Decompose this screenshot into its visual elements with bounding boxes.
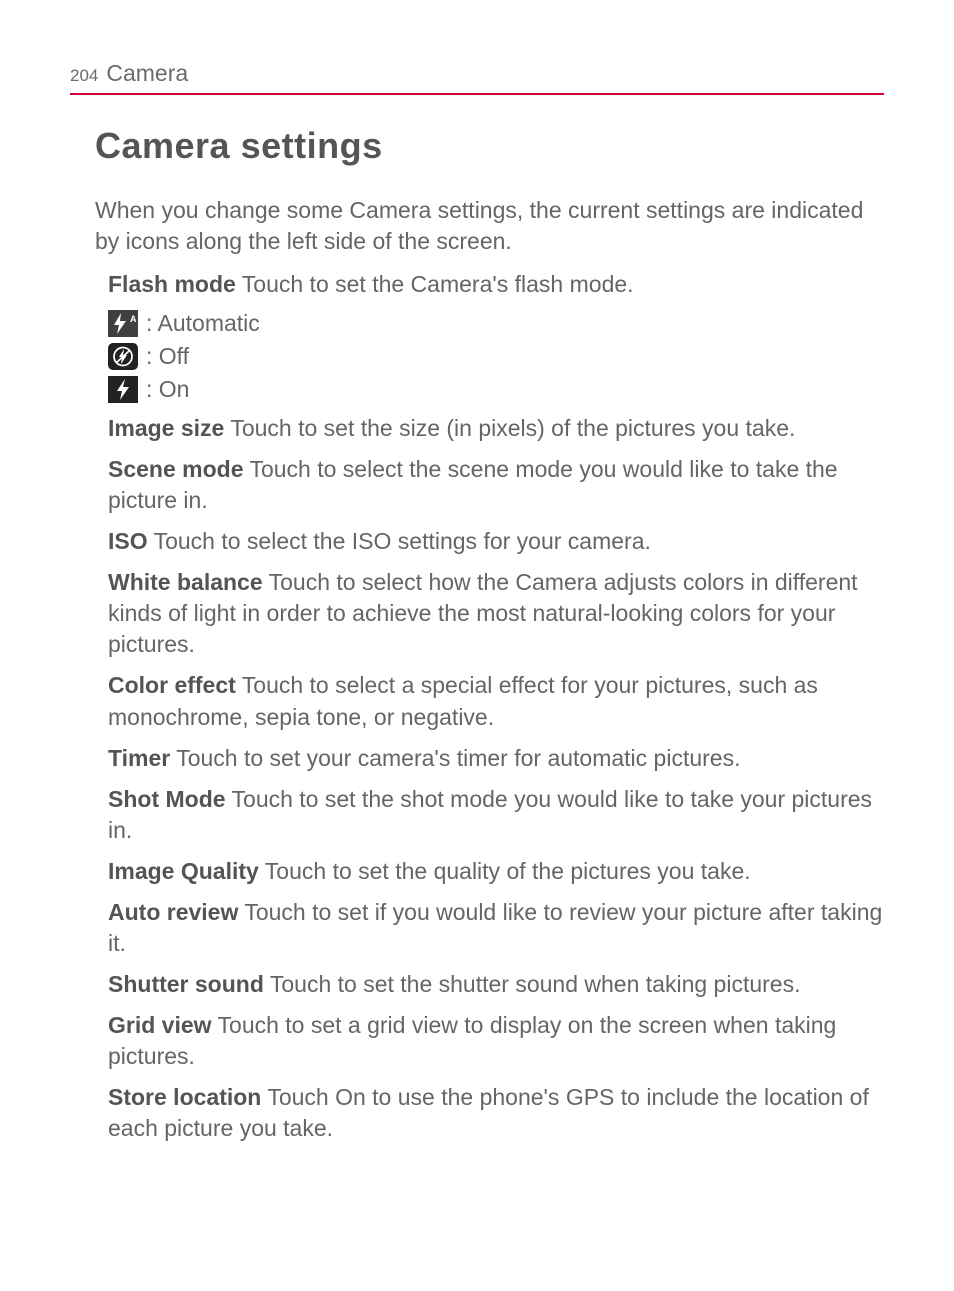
section-title: Camera settings (95, 125, 884, 167)
white-balance-label: White balance (108, 569, 263, 595)
scene-mode-line: Scene mode Touch to select the scene mod… (108, 454, 884, 516)
white-balance-line: White balance Touch to select how the Ca… (108, 567, 884, 660)
content-block: Flash mode Touch to set the Camera's fla… (108, 269, 884, 1144)
image-size-label: Image size (108, 415, 224, 441)
image-quality-label: Image Quality (108, 858, 259, 884)
chapter-title: Camera (106, 60, 188, 87)
svg-text:A: A (130, 314, 137, 324)
flash-auto-row: A : Automatic (108, 310, 884, 337)
shot-mode-label: Shot Mode (108, 786, 226, 812)
iso-line: ISO Touch to select the ISO settings for… (108, 526, 884, 557)
shot-mode-line: Shot Mode Touch to set the shot mode you… (108, 784, 884, 846)
flash-off-label: : Off (146, 343, 189, 370)
store-location-line: Store location Touch On to use the phone… (108, 1082, 884, 1144)
timer-label: Timer (108, 745, 170, 771)
color-effect-line: Color effect Touch to select a special e… (108, 670, 884, 732)
image-size-line: Image size Touch to set the size (in pix… (108, 413, 884, 444)
flash-mode-text: Touch to set the Camera's flash mode. (236, 271, 634, 297)
page-number: 204 (70, 66, 98, 86)
color-effect-label: Color effect (108, 672, 236, 698)
flash-off-row: : Off (108, 343, 884, 370)
grid-view-label: Grid view (108, 1012, 212, 1038)
iso-text: Touch to select the ISO settings for you… (148, 528, 651, 554)
store-location-label: Store location (108, 1084, 261, 1110)
intro-text: When you change some Camera settings, th… (95, 195, 884, 257)
image-quality-text: Touch to set the quality of the pictures… (259, 858, 751, 884)
flash-off-icon (108, 343, 138, 370)
flash-auto-label: : Automatic (146, 310, 260, 337)
iso-label: ISO (108, 528, 148, 554)
grid-view-text: Touch to set a grid view to display on t… (108, 1012, 836, 1069)
auto-review-line: Auto review Touch to set if you would li… (108, 897, 884, 959)
grid-view-line: Grid view Touch to set a grid view to di… (108, 1010, 884, 1072)
flash-on-icon (108, 376, 138, 403)
scene-mode-label: Scene mode (108, 456, 244, 482)
page-header: 204 Camera (70, 60, 884, 95)
image-size-text: Touch to set the size (in pixels) of the… (224, 415, 795, 441)
timer-line: Timer Touch to set your camera's timer f… (108, 743, 884, 774)
flash-mode-line: Flash mode Touch to set the Camera's fla… (108, 269, 884, 300)
image-quality-line: Image Quality Touch to set the quality o… (108, 856, 884, 887)
flash-mode-label: Flash mode (108, 271, 236, 297)
flash-on-label: : On (146, 376, 189, 403)
timer-text: Touch to set your camera's timer for aut… (170, 745, 740, 771)
flash-on-row: : On (108, 376, 884, 403)
auto-review-label: Auto review (108, 899, 238, 925)
shutter-sound-line: Shutter sound Touch to set the shutter s… (108, 969, 884, 1000)
shutter-sound-label: Shutter sound (108, 971, 264, 997)
shutter-sound-text: Touch to set the shutter sound when taki… (264, 971, 801, 997)
flash-auto-icon: A (108, 310, 138, 337)
